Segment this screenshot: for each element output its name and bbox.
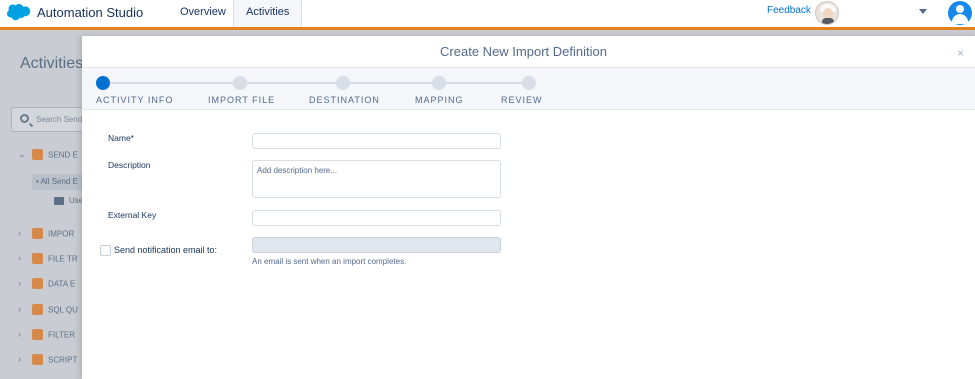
chevron-right-icon[interactable]: ›: [18, 253, 28, 263]
activity-icon: [32, 149, 43, 161]
tree-item-import[interactable]: › IMPOR: [18, 228, 74, 242]
description-field[interactable]: Add description here...: [252, 160, 501, 198]
progress-track: [102, 82, 530, 84]
app-title: Automation Studio: [37, 5, 144, 20]
activity-icon: [32, 329, 43, 341]
tree-item-script[interactable]: › SCRIPT: [18, 354, 77, 368]
name-field[interactable]: [252, 133, 501, 149]
step-dot-destination[interactable]: [336, 76, 350, 90]
activity-icon: [32, 354, 43, 366]
chevron-down-icon[interactable]: [919, 9, 927, 14]
search-placeholder: Search Send: [36, 115, 83, 124]
chevron-right-icon[interactable]: ›: [18, 354, 28, 364]
notification-label: Send notification email to:: [114, 245, 218, 255]
feedback-link[interactable]: Feedback: [767, 5, 811, 16]
tree-item-folder[interactable]: Use: [54, 196, 83, 205]
activity-icon: [32, 253, 43, 265]
tree-item-send-email[interactable]: ⌄ SEND E: [18, 149, 78, 163]
step-dot-mapping[interactable]: [432, 76, 446, 90]
step-dot-activity-info[interactable]: [96, 76, 110, 90]
notification-checkbox[interactable]: [100, 245, 111, 256]
chevron-right-icon[interactable]: ›: [18, 278, 28, 288]
chevron-down-icon[interactable]: ⌄: [18, 149, 28, 160]
step-label-destination: DESTINATION: [309, 95, 380, 105]
tree-item-filter[interactable]: › FILTER: [18, 329, 75, 343]
notification-email-field[interactable]: [252, 237, 501, 253]
step-label-mapping: MAPPING: [415, 95, 464, 105]
external-key-field[interactable]: [252, 210, 501, 226]
activity-icon: [32, 278, 43, 290]
page-title: Activities: [20, 55, 84, 72]
external-key-label: External Key: [108, 210, 157, 220]
salesforce-cloud-logo: [7, 4, 31, 21]
notification-help-text: An email is sent when an import complete…: [252, 257, 407, 266]
name-label: Name*: [108, 133, 134, 143]
step-dot-import-file[interactable]: [233, 76, 247, 90]
tree-item-sql-query[interactable]: › SQL QU: [18, 304, 78, 318]
folder-icon: [54, 196, 64, 205]
user-icon[interactable]: [948, 1, 972, 25]
search-icon: [20, 114, 29, 123]
tree-item-file-transfer[interactable]: › FILE TR: [18, 253, 78, 267]
modal-title: Create New Import Definition: [440, 44, 607, 59]
step-label-import-file: IMPORT FILE: [208, 95, 276, 105]
tab-overview[interactable]: Overview: [168, 0, 238, 27]
activity-icon: [32, 304, 43, 316]
tree-item-data-extract[interactable]: › DATA E: [18, 278, 75, 292]
chevron-right-icon[interactable]: ›: [18, 329, 28, 339]
close-icon[interactable]: ×: [957, 46, 964, 60]
import-definition-modal: Create New Import Definition × ACTIVITY …: [82, 36, 975, 379]
top-navigation-bar: Automation Studio Overview Activities Fe…: [0, 0, 975, 30]
tree-item-all-send[interactable]: • All Send E: [32, 174, 87, 190]
activity-icon: [32, 228, 43, 240]
wizard-progress: ACTIVITY INFO IMPORT FILE DESTINATION MA…: [82, 68, 975, 110]
chevron-right-icon[interactable]: ›: [18, 304, 28, 314]
avatar[interactable]: [815, 1, 839, 25]
step-label-review: REVIEW: [501, 95, 543, 105]
step-label-activity-info: ACTIVITY INFO: [96, 95, 174, 105]
chevron-right-icon[interactable]: ›: [18, 228, 28, 238]
tab-activities[interactable]: Activities: [233, 0, 303, 30]
description-label: Description: [108, 160, 151, 170]
step-dot-review[interactable]: [522, 76, 536, 90]
modal-header: Create New Import Definition ×: [82, 36, 975, 68]
